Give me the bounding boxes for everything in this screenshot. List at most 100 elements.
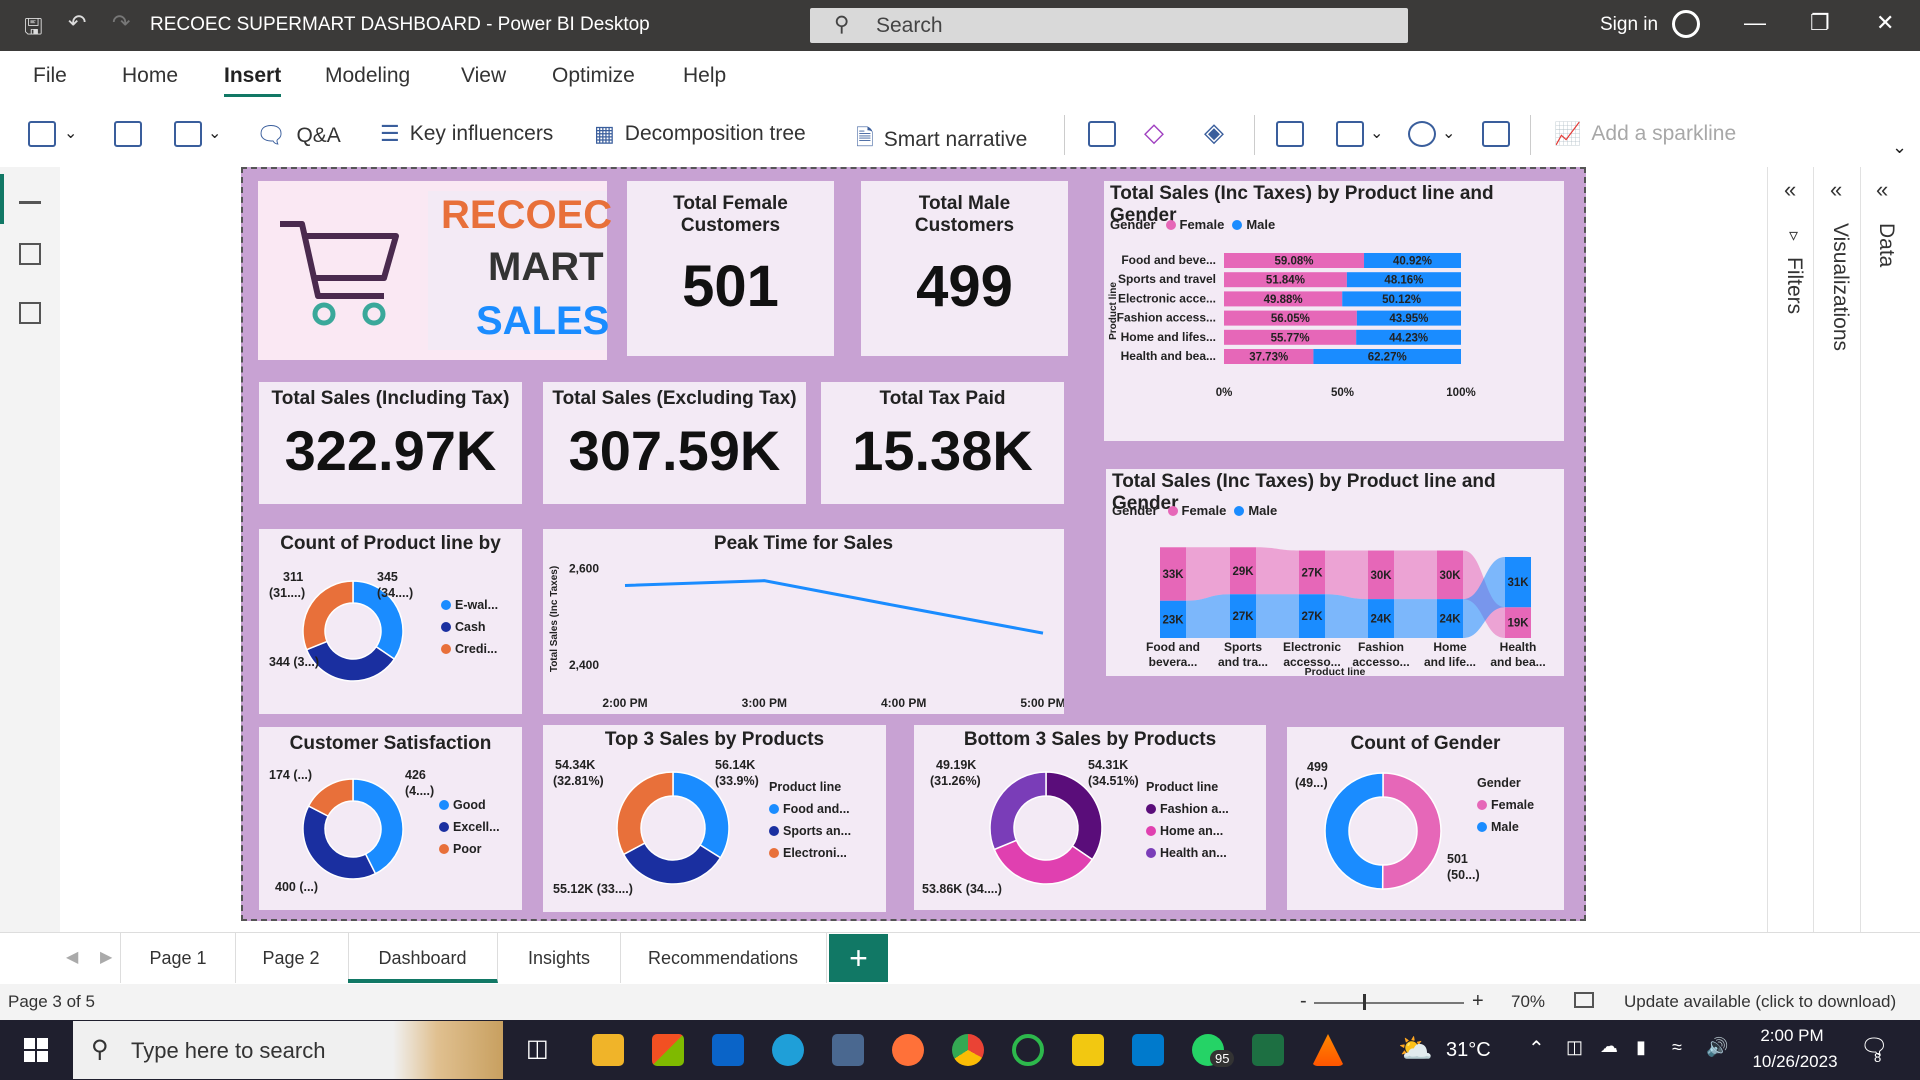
- add-sparkline-button[interactable]: 📈 Add a sparkline: [1554, 121, 1736, 147]
- new-visual-icon[interactable]: [28, 121, 56, 147]
- tray-app-icon[interactable]: ◫: [1566, 1037, 1583, 1058]
- data-label: (4....): [405, 784, 434, 798]
- satisfaction-donut-card: Customer Satisfaction 426 (4....) 400 (...…: [259, 727, 522, 910]
- x-axis-label: Product line: [1305, 666, 1366, 676]
- clock-date[interactable]: 10/26/2023: [1750, 1052, 1840, 1072]
- expand-filters-icon[interactable]: «: [1784, 177, 1796, 203]
- wifi-icon[interactable]: ≈: [1672, 1037, 1682, 1058]
- tab-insights[interactable]: Insights: [498, 933, 621, 983]
- tab-recommendations[interactable]: Recommendations: [620, 933, 827, 983]
- expand-visualizations-icon[interactable]: «: [1830, 177, 1842, 203]
- snipping-icon[interactable]: [832, 1034, 864, 1066]
- text-box-icon[interactable]: [1276, 121, 1304, 147]
- buttons-menu-icon[interactable]: [1336, 121, 1364, 147]
- ribbon-chart-card: Total Sales (Inc Taxes) by Product line …: [1106, 469, 1564, 676]
- tab-page-1[interactable]: Page 1: [120, 933, 236, 983]
- add-page-button[interactable]: +: [829, 934, 888, 982]
- save-icon[interactable]: 🖫: [24, 10, 43, 48]
- next-page-icon[interactable]: ▶: [100, 947, 112, 967]
- clock-time[interactable]: 2:00 PM: [1752, 1026, 1832, 1046]
- chevron-down-icon[interactable]: ⌄: [1442, 123, 1455, 143]
- vscode-icon[interactable]: [1132, 1034, 1164, 1066]
- menu-file[interactable]: File: [33, 64, 67, 88]
- zoom-out-button[interactable]: -: [1300, 990, 1307, 1013]
- chevron-down-icon[interactable]: ⌄: [208, 123, 221, 143]
- battery-icon[interactable]: ▮: [1636, 1037, 1646, 1058]
- volume-icon[interactable]: 🔊: [1706, 1037, 1728, 1058]
- legend-dot: [439, 822, 449, 832]
- search-box[interactable]: ⚲ Search: [810, 8, 1408, 43]
- menu-insert[interactable]: Insert: [224, 64, 282, 97]
- shapes-chart-icon[interactable]: [174, 121, 202, 147]
- fit-to-page-icon[interactable]: [1574, 992, 1594, 1008]
- menu-modeling[interactable]: Modeling: [325, 64, 410, 88]
- edge-icon[interactable]: [772, 1034, 804, 1066]
- excel-icon[interactable]: [1252, 1034, 1284, 1066]
- menu-view[interactable]: View: [461, 64, 506, 88]
- x-tick-label: 5:00 PM: [1020, 696, 1064, 710]
- close-icon[interactable]: ✕: [1876, 10, 1894, 36]
- weather-icon[interactable]: ⛅: [1398, 1032, 1433, 1065]
- ribbon-male: [1256, 594, 1299, 638]
- buttons-icon[interactable]: [114, 121, 142, 147]
- windows-start-icon[interactable]: [24, 1038, 48, 1062]
- pane-divider: [1860, 167, 1861, 932]
- legend-dot-female: [1165, 219, 1176, 230]
- undo-icon[interactable]: ↶: [68, 10, 86, 36]
- vlc-icon[interactable]: [1312, 1034, 1344, 1066]
- power-apps-icon[interactable]: ◇: [1144, 117, 1164, 148]
- mail-icon[interactable]: [712, 1034, 744, 1066]
- page-tabs-bar: ◀ ▶ Page 1 Page 2 Dashboard Insights Rec…: [0, 932, 1920, 985]
- decomposition-tree-button[interactable]: ▦ Decomposition tree: [594, 121, 806, 147]
- data-label: (34.51%): [1088, 774, 1139, 788]
- powerbi-icon[interactable]: [1072, 1034, 1104, 1066]
- menu-help[interactable]: Help: [683, 64, 726, 88]
- store-icon[interactable]: [652, 1034, 684, 1066]
- table-view-icon[interactable]: [19, 243, 41, 265]
- active-view-indicator: [0, 174, 4, 224]
- qa-button[interactable]: 🗨 Q&A: [256, 121, 341, 150]
- title-bar: 🖫 ↶ ↷ RECOEC SUPERMART DASHBOARD - Power…: [0, 0, 1920, 51]
- visualizations-pane-label[interactable]: Visualizations: [1828, 223, 1852, 351]
- image-icon[interactable]: [1482, 121, 1510, 147]
- chevron-down-icon[interactable]: ⌄: [64, 123, 77, 143]
- zoom-slider[interactable]: [1314, 1002, 1464, 1004]
- collapse-ribbon-icon[interactable]: ⌄: [1892, 137, 1907, 158]
- onedrive-icon[interactable]: ☁: [1600, 1036, 1618, 1057]
- data-label-male: 40.92%: [1393, 256, 1432, 268]
- expand-data-icon[interactable]: «: [1876, 177, 1888, 203]
- task-view-icon[interactable]: ◫: [526, 1034, 549, 1063]
- model-view-icon[interactable]: [19, 302, 41, 324]
- zoom-slider-thumb[interactable]: [1363, 994, 1366, 1010]
- app-icon[interactable]: [1012, 1034, 1044, 1066]
- tray-chevron-icon[interactable]: ⌃: [1528, 1036, 1545, 1061]
- chrome-icon[interactable]: [952, 1034, 984, 1066]
- report-view-icon[interactable]: [19, 186, 41, 204]
- sign-in-link[interactable]: Sign in: [1600, 14, 1658, 36]
- file-explorer-icon[interactable]: [592, 1034, 624, 1066]
- restore-icon[interactable]: ❐: [1810, 10, 1830, 36]
- prev-page-icon[interactable]: ◀: [66, 947, 78, 967]
- redo-icon[interactable]: ↷: [112, 10, 130, 36]
- key-influencers-button[interactable]: ☰ Key influencers: [380, 121, 553, 147]
- paginated-report-icon[interactable]: [1088, 121, 1116, 147]
- tab-page-2[interactable]: Page 2: [234, 933, 349, 983]
- tab-dashboard[interactable]: Dashboard: [348, 933, 498, 983]
- firefox-icon[interactable]: [892, 1034, 924, 1066]
- kpi-value: 307.59K: [568, 419, 781, 482]
- data-pane-label[interactable]: Data: [1874, 223, 1898, 267]
- shapes-icon[interactable]: [1408, 121, 1436, 147]
- minimize-icon[interactable]: —: [1744, 10, 1766, 36]
- taskbar-search[interactable]: ⚲ Type here to search: [73, 1021, 503, 1079]
- chevron-down-icon[interactable]: ⌄: [1370, 123, 1383, 143]
- menu-home[interactable]: Home: [122, 64, 178, 88]
- card-title: Total Female Customers: [673, 193, 788, 236]
- data-label: 56.14K: [715, 758, 755, 772]
- update-notice[interactable]: Update available (click to download): [1624, 992, 1896, 1012]
- filters-pane-label[interactable]: Filters: [1782, 257, 1806, 314]
- menu-optimize[interactable]: Optimize: [552, 64, 635, 88]
- power-automate-icon[interactable]: ◈: [1204, 117, 1224, 148]
- smart-narrative-button[interactable]: 🗎 Smart narrative: [856, 121, 1027, 159]
- account-icon[interactable]: [1672, 10, 1700, 38]
- zoom-in-button[interactable]: +: [1472, 990, 1484, 1013]
